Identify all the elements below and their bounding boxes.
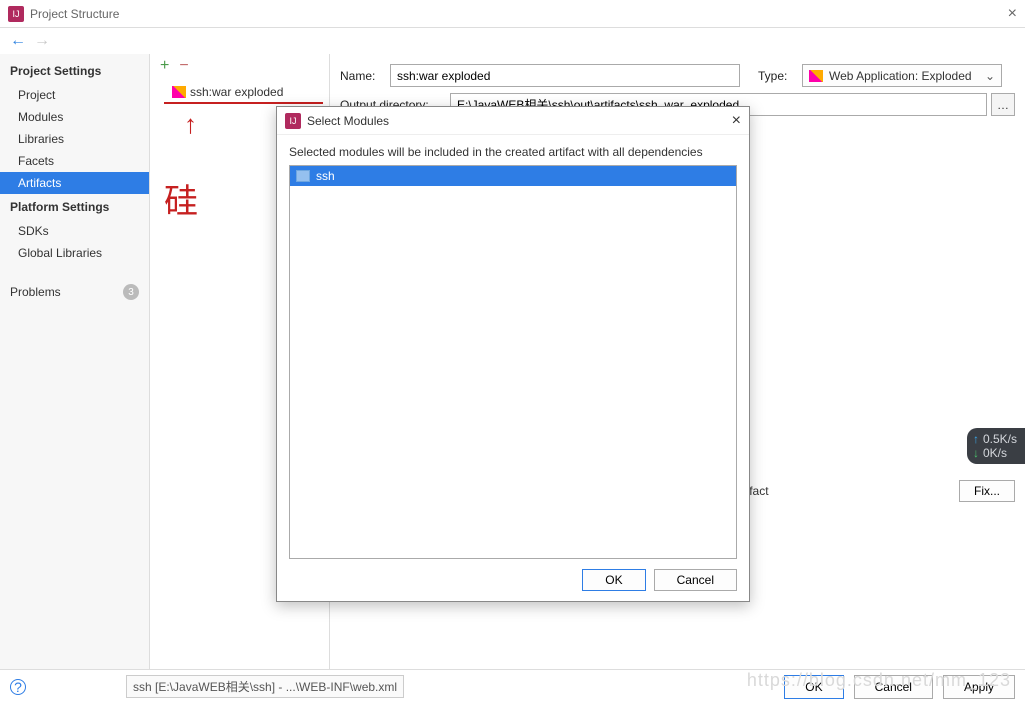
dialog-close-icon[interactable]: ×: [732, 112, 741, 130]
sidebar-item-project[interactable]: Project: [0, 84, 149, 106]
window-title: Project Structure: [30, 7, 119, 21]
artifact-type-value: Web Application: Exploded: [829, 69, 972, 83]
dialog-title: Select Modules: [307, 114, 389, 128]
sidebar-item-sdks[interactable]: SDKs: [0, 220, 149, 242]
sidebar-item-facets[interactable]: Facets: [0, 150, 149, 172]
artifact-item-label: ssh:war exploded: [190, 85, 283, 99]
sidebar-item-global-libraries[interactable]: Global Libraries: [0, 242, 149, 264]
dialog-cancel-button[interactable]: Cancel: [654, 569, 737, 591]
folder-icon: [296, 170, 310, 182]
name-label: Name:: [340, 69, 390, 83]
watermark: https://blog.csdn.net/mm_123: [747, 670, 1011, 691]
chevron-down-icon: ⌄: [985, 69, 995, 83]
nav-back-icon[interactable]: ←: [10, 32, 26, 50]
sidebar-item-problems[interactable]: Problems 3: [0, 276, 149, 308]
sidebar-problems-label: Problems: [10, 285, 61, 299]
annotation-text: 硅: [164, 174, 198, 223]
annotation-arrow-icon: ↑: [184, 109, 197, 140]
browse-output-dir-button[interactable]: …: [991, 93, 1015, 116]
sidebar: Project Settings Project Modules Librari…: [0, 54, 150, 669]
module-name: ssh: [316, 169, 335, 183]
sidebar-item-libraries[interactable]: Libraries: [0, 128, 149, 150]
dialog-titlebar: IJ Select Modules ×: [277, 107, 749, 135]
help-button-icon[interactable]: ?: [10, 679, 26, 695]
sidebar-item-artifacts[interactable]: Artifacts: [0, 172, 149, 194]
upload-speed: 0.5K/s: [973, 432, 1019, 446]
artifact-name-input[interactable]: [390, 64, 740, 87]
nav-forward-icon: →: [34, 32, 50, 50]
add-artifact-icon[interactable]: +: [160, 57, 169, 75]
sidebar-heading-platform-settings: Platform Settings: [0, 194, 149, 220]
status-text: ssh [E:\JavaWEB相关\ssh] - ...\WEB-INF\web…: [126, 675, 404, 698]
dialog-ok-button[interactable]: OK: [582, 569, 645, 591]
remove-artifact-icon[interactable]: −: [179, 57, 188, 75]
problems-count-badge: 3: [123, 284, 139, 300]
app-icon: IJ: [8, 6, 24, 22]
fix-button[interactable]: Fix...: [959, 480, 1015, 502]
artifact-type-icon: [809, 70, 823, 82]
window-titlebar: IJ Project Structure ×: [0, 0, 1025, 28]
type-label: Type:: [758, 69, 802, 83]
artifact-type-select[interactable]: Web Application: Exploded ⌄: [802, 64, 1002, 87]
dialog-app-icon: IJ: [285, 113, 301, 129]
network-speed-widget: 0.5K/s 0K/s: [967, 428, 1025, 464]
artifact-list-item[interactable]: ssh:war exploded: [164, 82, 323, 104]
select-modules-dialog: IJ Select Modules × Selected modules wil…: [276, 106, 750, 602]
window-close-icon[interactable]: ×: [1008, 5, 1017, 23]
sidebar-item-modules[interactable]: Modules: [0, 106, 149, 128]
module-list-item[interactable]: ssh: [290, 166, 736, 186]
download-speed: 0K/s: [973, 446, 1019, 460]
module-list[interactable]: ssh: [289, 165, 737, 559]
sidebar-heading-project-settings: Project Settings: [0, 58, 149, 84]
artifact-icon: [172, 86, 186, 98]
dialog-message: Selected modules will be included in the…: [277, 135, 749, 165]
artifact-toolbar: + −: [150, 54, 329, 78]
nav-row: ← →: [0, 28, 1025, 54]
